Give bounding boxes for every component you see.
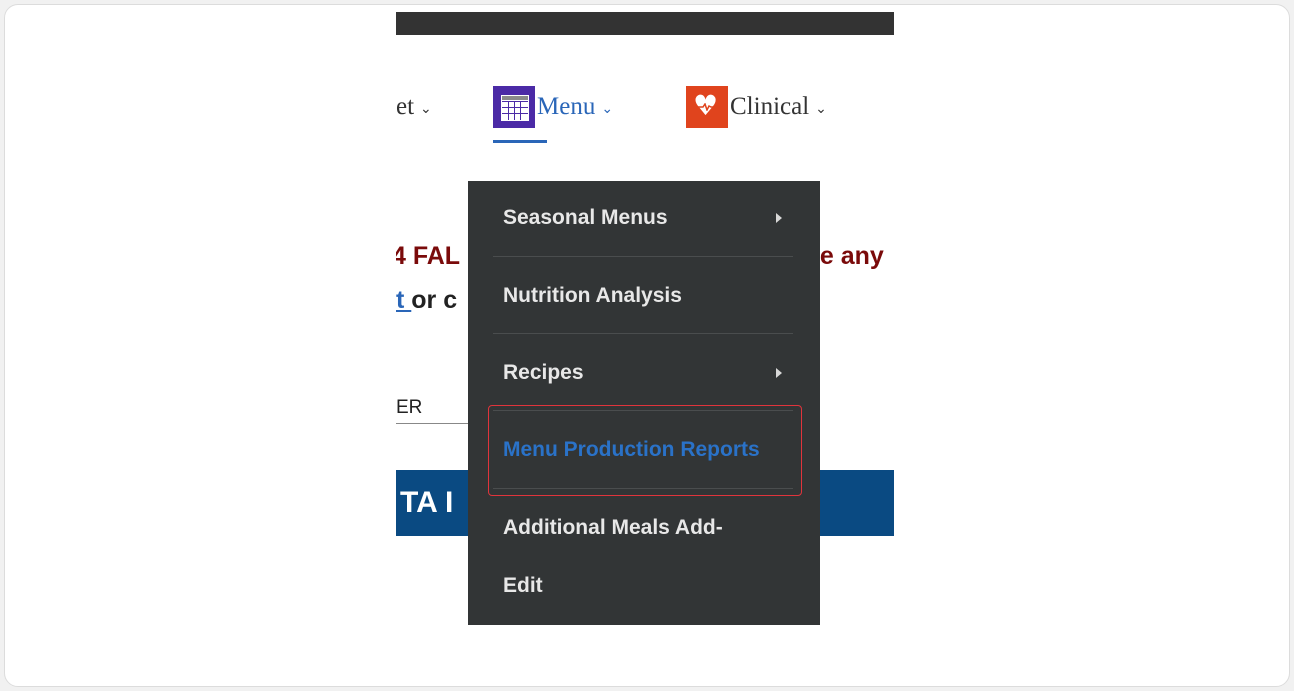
- dropdown-item-seasonal-menus[interactable]: Seasonal Menus: [493, 199, 792, 237]
- chevron-down-icon: ⌄: [601, 101, 614, 117]
- calendar-icon: [493, 86, 535, 128]
- dropdown-item-nutrition-analysis[interactable]: Nutrition Analysis: [493, 277, 792, 315]
- nav-market-label: et: [396, 93, 415, 120]
- dropdown-item-additional-meals-cont[interactable]: Edit: [493, 567, 792, 605]
- highlight-box: [488, 405, 802, 496]
- dropdown-item-additional-meals[interactable]: Additional Meals Add-: [493, 509, 792, 547]
- heart-pulse-icon: ♥: [686, 86, 728, 128]
- top-bar: [396, 12, 894, 35]
- divider: [493, 333, 793, 334]
- partial-link[interactable]: t: [396, 286, 411, 314]
- active-nav-underline: [493, 140, 547, 143]
- link-line-text: or c: [411, 286, 458, 314]
- banner-text: TA I: [400, 486, 454, 519]
- dropdown-item-recipes[interactable]: Recipes: [493, 354, 792, 392]
- nav-menu[interactable]: Menu ⌄: [493, 86, 614, 128]
- divider: [493, 256, 793, 257]
- dropdown-item-label: Nutrition Analysis: [503, 284, 682, 307]
- dropdown-item-label: Seasonal Menus: [503, 206, 668, 229]
- dropdown-item-label: Recipes: [503, 361, 584, 384]
- chevron-down-icon: ⌄: [420, 101, 432, 117]
- nav-market[interactable]: et ⌄: [396, 90, 432, 124]
- chevron-down-icon: ⌄: [815, 101, 827, 117]
- submenu-arrow-icon: [776, 213, 782, 223]
- dropdown-item-label: Edit: [503, 574, 543, 597]
- nav-clinical[interactable]: ♥ Clinical ⌄: [686, 86, 827, 128]
- nav-clinical-label: Clinical: [730, 93, 810, 120]
- alert-text-left: 4 FAL: [396, 242, 461, 270]
- nav-menu-label: Menu: [537, 93, 596, 120]
- dropdown-item-label: Additional Meals Add-: [503, 516, 723, 539]
- submenu-arrow-icon: [776, 368, 782, 378]
- link-line: t or c: [396, 286, 457, 315]
- menu-dropdown: Seasonal Menus Nutrition Analysis Recipe…: [468, 181, 820, 625]
